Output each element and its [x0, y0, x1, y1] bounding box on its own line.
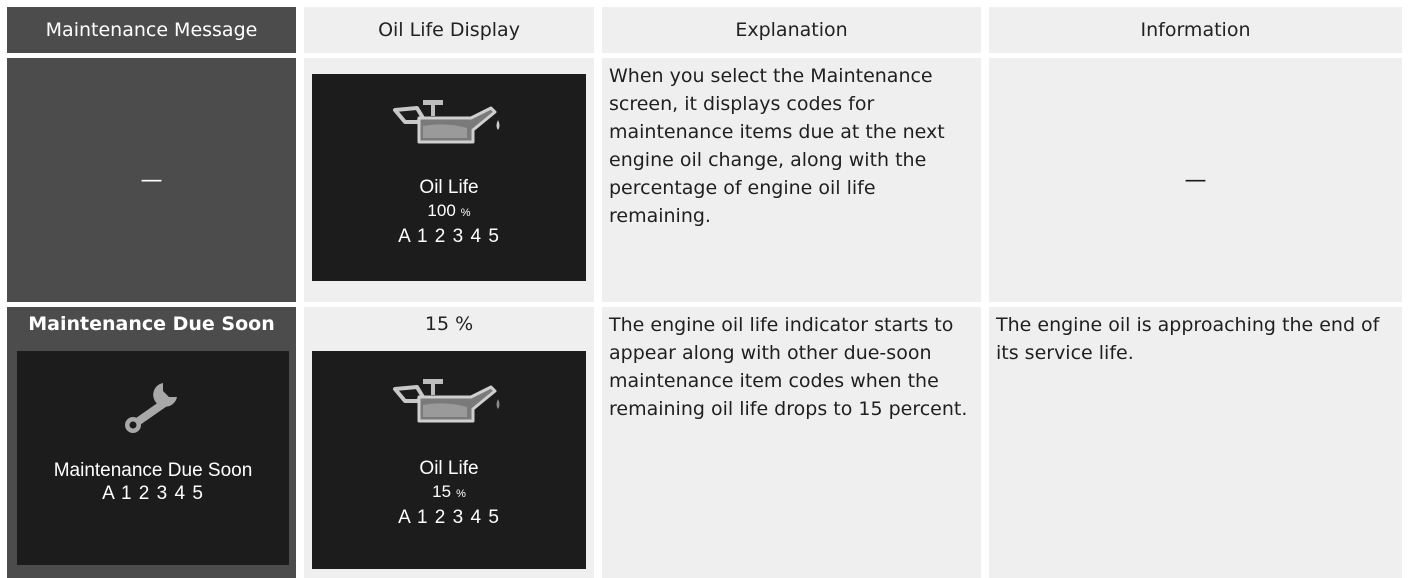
row1-information: —	[1184, 167, 1207, 193]
oil-life-label: Oil Life	[419, 177, 479, 198]
oil-life-percent: 100%	[427, 201, 471, 220]
row1-display-cell: Oil Life 100% A 1 2 3 4 5	[304, 58, 594, 302]
wrench-icon	[125, 383, 177, 433]
row2-message-title: Maintenance Due Soon	[28, 313, 275, 335]
oil-life-label: Oil Life	[419, 458, 479, 479]
oil-life-panel-15: Oil Life 15% A 1 2 3 4 5	[312, 351, 586, 569]
header-information: Information	[989, 7, 1402, 53]
maintenance-table: Maintenance Message Oil Life Display Exp…	[7, 7, 1402, 578]
header-maintenance-message: Maintenance Message	[7, 7, 296, 53]
row2-explanation: The engine oil life indicator starts to …	[602, 307, 981, 578]
oil-life-percent: 15%	[432, 482, 466, 501]
row1-explanation: When you select the Maintenance screen, …	[602, 58, 981, 302]
maintenance-due-label: Maintenance Due Soon	[53, 460, 253, 481]
oil-can-icon	[393, 100, 500, 144]
maintenance-codes: A 1 2 3 4 5	[398, 226, 500, 247]
row2-information: The engine oil is approaching the end of…	[989, 307, 1402, 578]
row1-message-cell: —	[7, 58, 296, 302]
oil-can-icon	[393, 379, 500, 423]
oil-life-panel-100: Oil Life 100% A 1 2 3 4 5	[312, 74, 586, 281]
header-explanation: Explanation	[602, 7, 981, 53]
maintenance-due-panel: Maintenance Due Soon A 1 2 3 4 5	[17, 351, 289, 565]
maintenance-codes: A 1 2 3 4 5	[398, 507, 500, 528]
header-oil-life-display: Oil Life Display	[304, 7, 594, 53]
row1-message: —	[140, 167, 163, 193]
maintenance-due-codes: A 1 2 3 4 5	[102, 483, 204, 504]
row1-information-cell: —	[989, 58, 1402, 302]
row2-message-cell: Maintenance Due Soon Maintenance Due Soo…	[7, 307, 296, 578]
oil-life-caption: 15 %	[424, 313, 474, 335]
row2-display-cell: 15 % Oil Life 15% A 1 2 3 4 5	[304, 307, 594, 578]
